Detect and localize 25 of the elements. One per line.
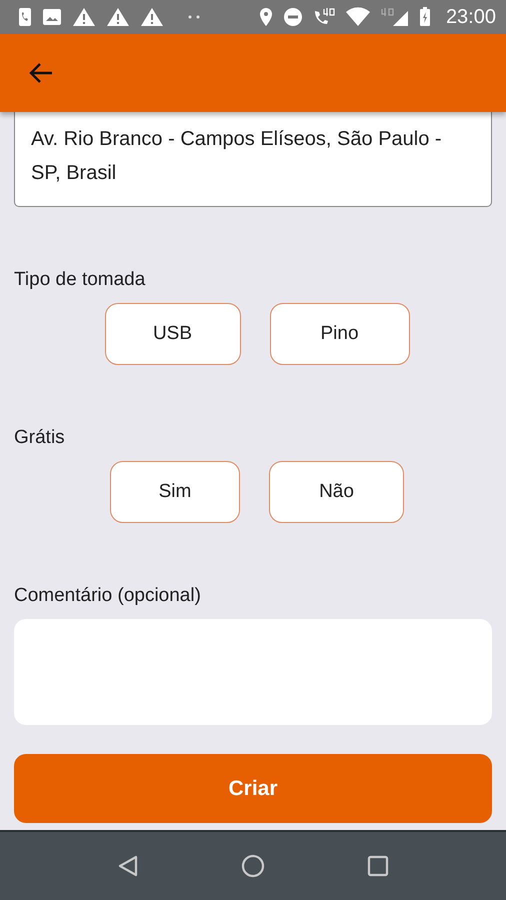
back-icon[interactable] (117, 854, 139, 878)
back-arrow-icon[interactable] (28, 62, 54, 84)
wifi-icon (344, 7, 371, 27)
field-label: Grátis (14, 427, 66, 449)
home-icon[interactable] (241, 854, 265, 878)
signal-icon (380, 7, 410, 27)
image-icon (42, 8, 62, 26)
phone-icon (18, 7, 32, 27)
option-button[interactable]: Não (269, 461, 404, 523)
more-dots-icon (188, 15, 200, 19)
field-label: Tipo de tomada (14, 269, 146, 291)
location-icon (258, 7, 274, 27)
warning-icon (72, 7, 96, 27)
option-button[interactable]: Sim (110, 461, 240, 523)
create-button[interactable]: Criar (14, 754, 492, 823)
option-button[interactable]: Pino (270, 303, 410, 365)
option-button[interactable]: USB (104, 303, 240, 365)
battery-charging-icon (418, 7, 431, 27)
warning-icon (140, 7, 164, 27)
field-label: Comentário (opcional) (14, 585, 202, 607)
address-field[interactable]: Av. Rio Branco - Campos Elíseos, São Paulo - SP, Brasil (14, 112, 492, 207)
clock-time: 23:00 (446, 6, 496, 28)
recents-icon[interactable] (367, 855, 389, 877)
do-not-disturb-icon (282, 7, 303, 27)
warning-icon (106, 7, 130, 27)
